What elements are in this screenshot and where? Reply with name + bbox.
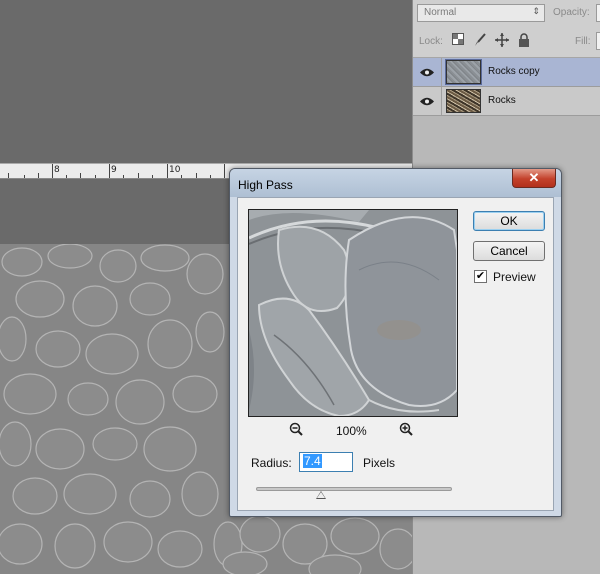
radius-slider-track[interactable]	[256, 487, 452, 491]
visibility-eye-icon[interactable]	[413, 58, 442, 86]
layer-thumbnail	[446, 89, 481, 113]
dialog-client-area: 100% OK Cancel ✔ Preview Radius: 7.4 Pix…	[237, 197, 554, 511]
visibility-eye-icon[interactable]	[413, 87, 442, 115]
radius-slider-thumb[interactable]	[315, 491, 326, 499]
close-icon: ✕	[528, 170, 540, 185]
radius-input[interactable]: 7.4	[299, 452, 353, 472]
dialog-title: High Pass	[238, 178, 293, 192]
layer-thumbnail	[445, 59, 482, 85]
filter-preview[interactable]	[248, 209, 458, 417]
layer-row-rocks[interactable]: Rocks	[413, 87, 600, 116]
lock-position-icon[interactable]	[495, 33, 509, 47]
preview-checkbox[interactable]: ✔	[474, 270, 487, 283]
updown-arrows-icon: ⇕	[532, 6, 540, 16]
rocks-preview-image	[249, 210, 457, 416]
radius-value: 7.4	[303, 454, 322, 468]
ruler-label: 10	[169, 165, 181, 175]
close-button[interactable]: ✕	[512, 169, 556, 188]
blend-mode-select[interactable]: Normal ⇕	[417, 4, 545, 22]
blend-mode-value: Normal	[424, 7, 457, 18]
dialog-titlebar[interactable]: High Pass ✕	[230, 169, 561, 197]
lock-transparent-pixels-icon[interactable]	[451, 33, 465, 47]
radius-label: Radius:	[251, 456, 292, 470]
checkmark-icon: ✔	[475, 270, 486, 282]
opacity-label: Opacity:	[553, 7, 590, 18]
zoom-level: 100%	[336, 424, 367, 438]
zoom-in-icon[interactable]	[399, 422, 413, 439]
lock-label: Lock:	[419, 36, 443, 47]
lock-image-pixels-icon[interactable]	[473, 33, 487, 47]
fill-field[interactable]	[596, 32, 600, 50]
layer-name: Rocks copy	[488, 66, 540, 77]
ruler-label: 9	[111, 165, 117, 175]
cancel-button[interactable]: Cancel	[473, 241, 545, 261]
opacity-field[interactable]	[596, 4, 600, 22]
layer-name: Rocks	[488, 95, 516, 106]
layers-panel-options: Normal ⇕ Opacity: Lock: Fill:	[413, 0, 600, 58]
preview-label[interactable]: Preview	[493, 270, 536, 284]
high-pass-dialog: High Pass ✕ 100% OK Cancel ✔ Preview Rad…	[229, 168, 562, 517]
lock-all-icon[interactable]	[517, 33, 531, 47]
radius-units: Pixels	[363, 456, 396, 470]
fill-label: Fill:	[575, 36, 591, 47]
layer-row-rocks-copy[interactable]: Rocks copy	[413, 58, 600, 87]
ruler-label: 8	[54, 165, 60, 175]
zoom-out-icon[interactable]	[289, 422, 303, 439]
ok-button[interactable]: OK	[473, 211, 545, 231]
